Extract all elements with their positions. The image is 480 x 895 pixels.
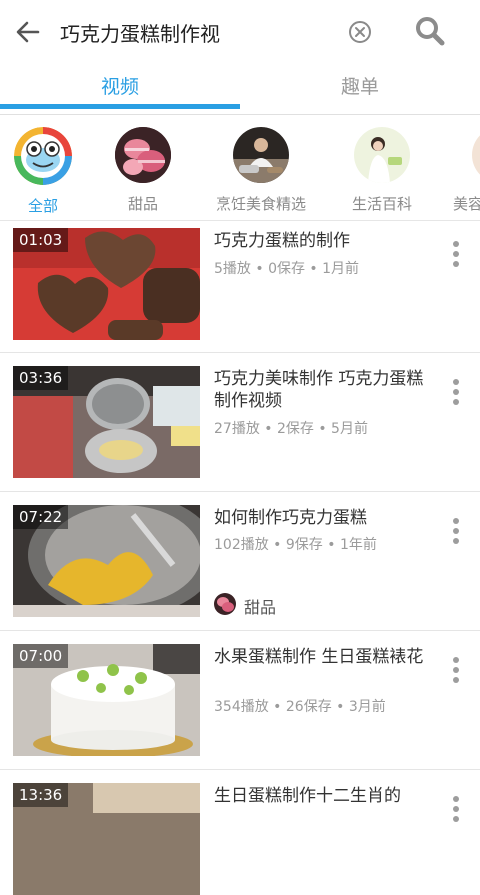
- beauty-icon: [472, 127, 480, 183]
- category-all[interactable]: 全部: [0, 127, 93, 216]
- video-thumbnail[interactable]: 07:00: [13, 644, 200, 756]
- video-meta: 354播放 • 26保存 • 3月前: [214, 699, 386, 715]
- video-duration: 07:22: [13, 505, 69, 529]
- video-duration: 01:03: [13, 228, 69, 252]
- video-thumbnail[interactable]: 07:22: [13, 505, 200, 617]
- back-arrow-icon[interactable]: [12, 16, 44, 48]
- category-strip: 全部 甜品 烹饪美食精选 生活百科 美: [0, 115, 480, 221]
- video-title: 巧克力蛋糕的制作: [214, 231, 350, 251]
- search-icon[interactable]: [414, 15, 446, 47]
- video-thumbnail[interactable]: 01:03: [13, 228, 200, 340]
- category-label: 甜品: [127, 195, 158, 213]
- category-dessert[interactable]: 甜品: [93, 127, 193, 214]
- video-title: 巧克力美味制作 巧克力蛋糕制作视频: [214, 369, 424, 411]
- more-options-icon[interactable]: [450, 796, 462, 826]
- macaron-icon: [115, 127, 171, 183]
- cooking-icon: [233, 127, 289, 183]
- video-meta: 5播放 • 0保存 • 1月前: [214, 261, 360, 277]
- category-label: 烹饪美食精选: [215, 195, 306, 213]
- search-bar: 巧克力蛋糕制作视: [0, 0, 480, 64]
- category-beauty[interactable]: 美容: [440, 127, 480, 214]
- video-thumbnail[interactable]: 03:36: [13, 366, 200, 478]
- video-duration: 13:36: [13, 783, 69, 807]
- video-title: 生日蛋糕制作十二生肖的: [214, 786, 401, 806]
- video-duration: 03:36: [13, 366, 69, 390]
- category-lifestyle[interactable]: 生活百科: [332, 127, 432, 214]
- video-row[interactable]: 07:22 如何制作巧克力蛋糕 102播放 • 9保存 • 1年前 甜品: [0, 492, 480, 631]
- clear-icon[interactable]: [346, 18, 374, 46]
- category-cooking[interactable]: 烹饪美食精选: [211, 127, 311, 214]
- search-input[interactable]: 巧克力蛋糕制作视: [60, 18, 220, 47]
- video-duration: 07:00: [13, 644, 69, 668]
- tab-lists[interactable]: 趣单: [240, 64, 480, 110]
- category-label: 生活百科: [351, 195, 412, 213]
- tab-indicator: [0, 104, 240, 109]
- video-title: 水果蛋糕制作 生日蛋糕裱花: [214, 647, 424, 667]
- more-options-icon[interactable]: [450, 241, 462, 271]
- woman-icon: [354, 127, 410, 183]
- frog-app-icon: [14, 127, 72, 185]
- more-options-icon[interactable]: [450, 657, 462, 687]
- video-title: 如何制作巧克力蛋糕: [214, 508, 367, 528]
- category-label: 美容: [453, 195, 480, 213]
- category-label: 全部: [27, 197, 58, 215]
- video-row[interactable]: 01:03 巧克力蛋糕的制作 5播放 • 0保存 • 1月前: [0, 221, 480, 353]
- video-row[interactable]: 13:36 生日蛋糕制作十二生肖的: [0, 770, 480, 895]
- video-meta: 102播放 • 9保存 • 1年前: [214, 537, 377, 553]
- more-options-icon[interactable]: [450, 379, 462, 409]
- more-options-icon[interactable]: [450, 518, 462, 548]
- video-row[interactable]: 03:36 巧克力美味制作 巧克力蛋糕制作视频 27播放 • 2保存 • 5月前: [0, 353, 480, 492]
- video-row[interactable]: 07:00 水果蛋糕制作 生日蛋糕裱花 354播放 • 26保存 • 3月前: [0, 631, 480, 770]
- video-meta: 27播放 • 2保存 • 5月前: [214, 421, 368, 437]
- macaron-icon: [214, 593, 236, 615]
- category-tag-label: 甜品: [244, 598, 277, 617]
